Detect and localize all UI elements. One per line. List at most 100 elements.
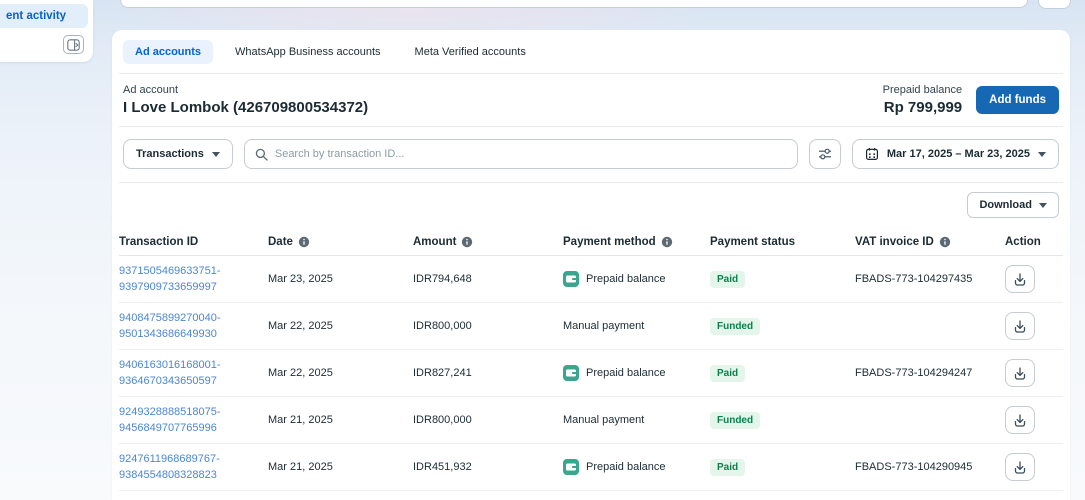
table-header-row: Transaction ID Date Amount Payment metho… <box>119 222 1063 256</box>
tab-label: Ad accounts <box>135 46 201 58</box>
table-actions-row: Download <box>119 183 1063 222</box>
info-icon[interactable] <box>461 236 473 248</box>
download-icon <box>1013 366 1027 381</box>
amount-cell: IDR800,000 <box>413 320 563 332</box>
transaction-id-cell: 9247611968689767-9384554808328823 <box>119 451 268 484</box>
date-range-label: Mar 17, 2025 – Mar 23, 2025 <box>887 148 1030 160</box>
payment-status-cell: Paid <box>710 365 855 382</box>
action-cell <box>1005 312 1063 340</box>
billing-card: Ad accounts WhatsApp Business accounts M… <box>112 30 1070 500</box>
tab-label: Meta Verified accounts <box>415 46 526 58</box>
vat-invoice-cell: FBADS-773-104290945 <box>855 461 1005 473</box>
payment-method-cell: Prepaid balance <box>563 459 710 475</box>
date-cell: Mar 23, 2025 <box>268 273 413 285</box>
payment-status-cell: Funded <box>710 412 855 429</box>
download-icon <box>1013 413 1027 428</box>
column-header-action: Action <box>1005 236 1063 248</box>
vat-invoice-cell: FBADS-773-104297435 <box>855 273 1005 285</box>
column-label: Transaction ID <box>119 236 198 248</box>
transaction-id-link[interactable]: 9408475899270040-9501343686649930 <box>119 310 257 343</box>
payment-status-cell: Paid <box>710 459 855 476</box>
chevron-down-icon <box>1039 203 1047 208</box>
payment-method-label: Manual payment <box>563 320 644 332</box>
transaction-id-link[interactable]: 9247611968689767-9384554808328823 <box>119 451 257 484</box>
payment-method-cell: Manual payment <box>563 414 710 426</box>
download-invoice-button[interactable] <box>1005 453 1035 481</box>
filter-adjust-button[interactable] <box>809 139 841 169</box>
table-row: 9406163016168001-9364670343650597 Mar 22… <box>119 350 1063 397</box>
download-invoice-button[interactable] <box>1005 265 1035 293</box>
transaction-id-cell: 9408475899270040-9501343686649930 <box>119 310 268 343</box>
add-funds-button[interactable]: Add funds <box>976 86 1059 114</box>
ad-account-label: Ad account <box>123 84 368 96</box>
tab-ad-accounts[interactable]: Ad accounts <box>123 40 213 64</box>
column-header-transaction-id: Transaction ID <box>119 236 268 248</box>
download-button-label: Download <box>979 199 1032 211</box>
transaction-id-link[interactable]: 9371505469633751-9397909733659997 <box>119 263 257 296</box>
sidebar-item-payment-activity[interactable]: ent activity <box>0 4 88 28</box>
download-invoice-button[interactable] <box>1005 406 1035 434</box>
column-header-vat-invoice-id: VAT invoice ID <box>855 236 1005 248</box>
table-row: 9247611968689767-9384554808328823 Mar 21… <box>119 444 1063 491</box>
vat-invoice-cell: FBADS-773-104294247 <box>855 367 1005 379</box>
filter-toolbar: Transactions <box>119 127 1063 183</box>
transactions-type-dropdown[interactable]: Transactions <box>123 139 233 169</box>
tab-meta-verified-accounts[interactable]: Meta Verified accounts <box>403 40 538 64</box>
download-invoice-button[interactable] <box>1005 359 1035 387</box>
download-invoice-button[interactable] <box>1005 312 1035 340</box>
download-icon <box>1013 460 1027 475</box>
action-cell <box>1005 359 1063 387</box>
payment-method-label: Prepaid balance <box>586 367 666 379</box>
payment-status-badge: Funded <box>710 318 760 335</box>
action-cell <box>1005 265 1063 293</box>
left-sidebar: ent activity <box>0 0 93 62</box>
column-header-amount: Amount <box>413 236 563 248</box>
global-search-bar-partial[interactable] <box>120 0 1028 8</box>
prepaid-balance: Prepaid balance Rp 799,999 <box>883 84 963 116</box>
ad-account-name: I Love Lombok (426709800534372) <box>123 99 368 116</box>
payment-status-badge: Funded <box>710 412 760 429</box>
payment-status-cell: Paid <box>710 271 855 288</box>
column-header-payment-method: Payment method <box>563 236 710 248</box>
payment-method-label: Prepaid balance <box>586 273 666 285</box>
amount-cell: IDR794,648 <box>413 273 563 285</box>
download-icon <box>1013 319 1027 334</box>
table-row: 9249328888518075-9456849707765996 Mar 21… <box>119 397 1063 444</box>
date-range-picker[interactable]: Mar 17, 2025 – Mar 23, 2025 <box>852 139 1059 169</box>
download-icon <box>1013 272 1027 287</box>
column-header-date: Date <box>268 236 413 248</box>
wallet-icon <box>563 271 579 287</box>
info-icon[interactable] <box>298 236 310 248</box>
transaction-id-cell: 9371505469633751-9397909733659997 <box>119 263 268 296</box>
payment-method-label: Manual payment <box>563 414 644 426</box>
tab-label: WhatsApp Business accounts <box>235 46 381 58</box>
amount-cell: IDR451,932 <box>413 461 563 473</box>
sidebar-collapse-button[interactable] <box>63 35 84 54</box>
payment-status-badge: Paid <box>710 459 745 476</box>
transaction-id-link[interactable]: 9249328888518075-9456849707765996 <box>119 404 257 437</box>
info-icon[interactable] <box>661 236 673 248</box>
transaction-id-cell: 9249328888518075-9456849707765996 <box>119 404 268 437</box>
payment-status-badge: Paid <box>710 271 745 288</box>
column-label: Amount <box>413 236 456 248</box>
search-icon <box>255 148 268 161</box>
tab-whatsapp-business-accounts[interactable]: WhatsApp Business accounts <box>223 40 393 64</box>
download-button[interactable]: Download <box>967 192 1059 218</box>
transaction-id-link[interactable]: 9406163016168001-9364670343650597 <box>119 357 257 390</box>
account-summary-section: Ad account I Love Lombok (42670980053437… <box>119 74 1063 127</box>
balance-block: Prepaid balance Rp 799,999 Add funds <box>883 84 1059 116</box>
date-cell: Mar 22, 2025 <box>268 367 413 379</box>
search-input[interactable] <box>275 148 787 160</box>
transaction-id-cell: 9406163016168001-9364670343650597 <box>119 357 268 390</box>
transaction-search-box <box>244 139 798 169</box>
amount-cell: IDR800,000 <box>413 414 563 426</box>
wallet-icon <box>563 459 579 475</box>
global-search-button-partial[interactable] <box>1038 0 1071 9</box>
column-label: Payment status <box>710 236 795 248</box>
transactions-dropdown-label: Transactions <box>136 148 204 160</box>
payment-status-badge: Paid <box>710 365 745 382</box>
prepaid-balance-value: Rp 799,999 <box>883 99 963 116</box>
info-icon[interactable] <box>939 236 951 248</box>
table-row: 9371505469633751-9397909733659997 Mar 23… <box>119 256 1063 303</box>
calendar-icon <box>865 147 879 161</box>
